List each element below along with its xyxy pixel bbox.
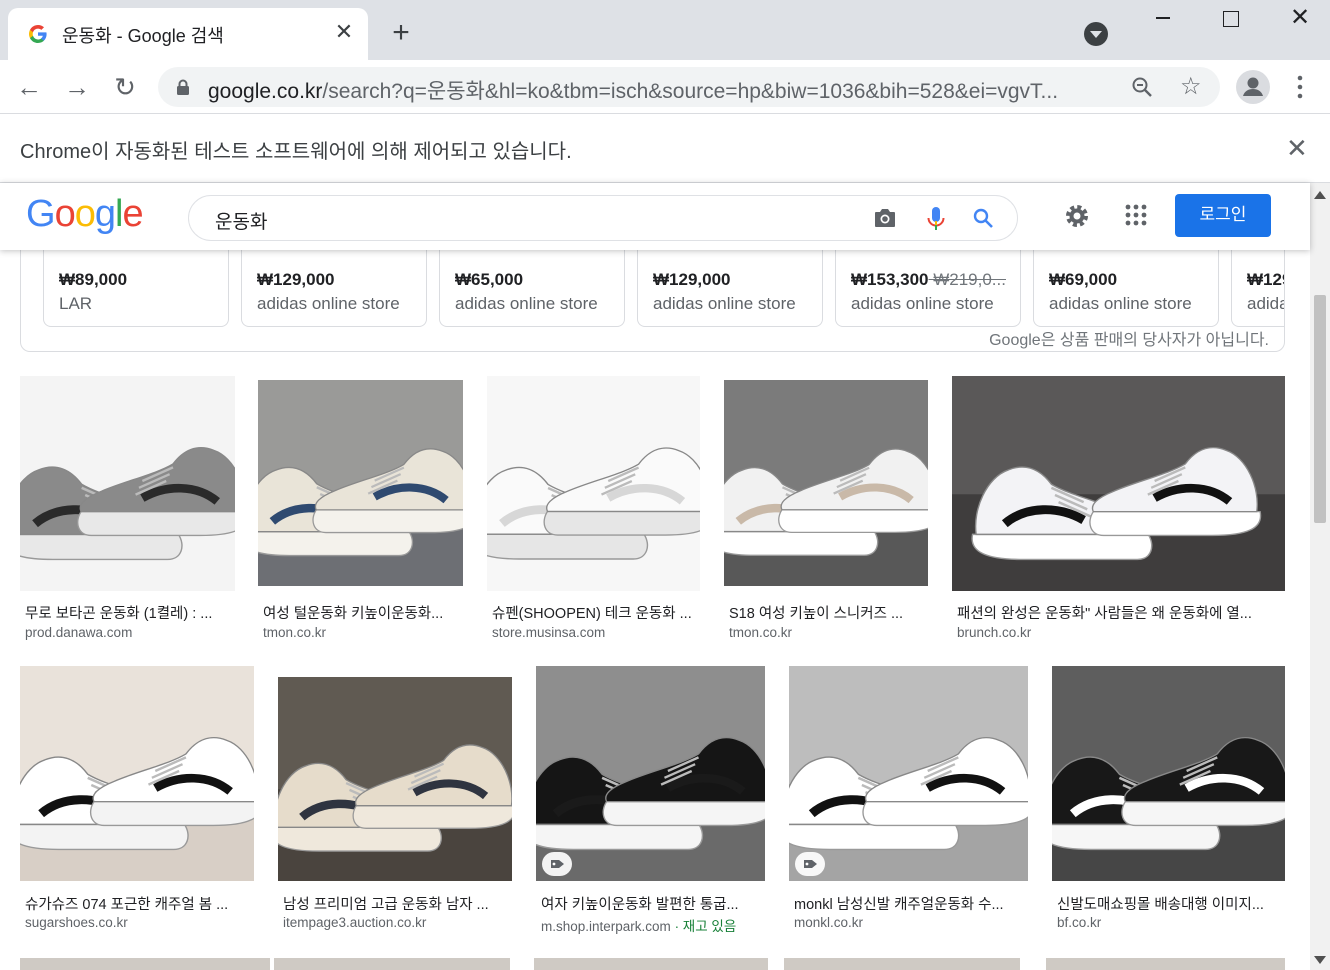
result-source[interactable]: itempage3.auction.co.kr — [283, 915, 426, 930]
product-store: adidas online store — [257, 294, 400, 313]
result-image[interactable] — [789, 666, 1028, 881]
product-price: ₩65,000 — [455, 270, 524, 289]
product-store: adida — [1247, 294, 1285, 313]
result-image[interactable] — [536, 666, 765, 881]
result-image[interactable] — [724, 380, 928, 586]
result-source[interactable]: store.musinsa.com — [492, 625, 605, 640]
google-logo[interactable]: Google — [26, 193, 144, 236]
result-image[interactable] — [784, 958, 1020, 970]
google-apps-icon[interactable] — [1124, 203, 1148, 227]
product-price: ₩129 — [1247, 270, 1284, 289]
google-favicon-icon — [29, 25, 47, 43]
tab-close-icon[interactable]: ✕ — [332, 20, 356, 44]
result-title[interactable]: 여성 털운동화 키높이운동화... — [263, 602, 458, 623]
result-title[interactable]: 슈펜(SHOOPEN) 테크 운동화 ... — [492, 602, 695, 623]
result-source[interactable]: sugarshoes.co.kr — [25, 915, 128, 930]
price-tag-icon — [542, 852, 572, 876]
result-title[interactable]: 슈가슈즈 074 포근한 캐주얼 봄 ... — [25, 893, 249, 914]
in-stock-label: · 재고 있음 — [670, 919, 737, 934]
window-close-icon[interactable]: ✕ — [1286, 4, 1314, 32]
result-image[interactable] — [20, 666, 254, 881]
camera-icon[interactable] — [873, 207, 897, 229]
product-store: adidas online store — [455, 294, 598, 313]
lock-icon — [177, 79, 189, 95]
search-icon[interactable] — [971, 206, 995, 230]
result-title[interactable]: 무로 보타곤 운동화 (1켤레) : ... — [25, 602, 230, 623]
result-image[interactable] — [952, 376, 1285, 591]
result-image[interactable] — [20, 376, 235, 591]
page-scrollbar[interactable] — [1310, 183, 1330, 970]
result-source[interactable]: prod.danawa.com — [25, 625, 132, 640]
tab-search-icon[interactable] — [1084, 22, 1108, 46]
result-source[interactable]: tmon.co.kr — [263, 625, 326, 640]
automation-infobar: Chrome이 자동화된 테스트 소프트웨어에 의해 제어되고 있습니다. ✕ — [0, 115, 1330, 183]
product-price: ₩153,300 ₩219,0... — [851, 270, 1006, 289]
result-source[interactable]: brunch.co.kr — [957, 625, 1031, 640]
infobar-message: Chrome이 자동화된 테스트 소프트웨어에 의해 제어되고 있습니다. — [20, 141, 572, 163]
shopping-disclaimer: Google은 상품 판매의 당사자가 아닙니다. — [989, 332, 1269, 349]
infobar-close-icon[interactable]: ✕ — [1286, 133, 1308, 164]
product-price: ₩89,000 — [59, 270, 128, 289]
result-source[interactable]: bf.co.kr — [1057, 915, 1101, 930]
product-original-price: ₩219,0... — [928, 270, 1006, 289]
product-store: adidas online store — [1049, 294, 1192, 313]
scroll-thumb[interactable] — [1314, 295, 1326, 523]
product-price: ₩129,000 — [257, 270, 335, 289]
search-input[interactable]: 운동화 — [215, 207, 267, 234]
result-image[interactable] — [1052, 666, 1285, 881]
tab-strip: 운동화 - Google 검색 ✕ + ✕ — [0, 0, 1330, 60]
maximize-icon[interactable] — [1218, 8, 1242, 32]
forward-icon[interactable]: → — [62, 72, 92, 102]
price-tag-icon — [795, 852, 825, 876]
product-store: LAR — [59, 294, 93, 313]
result-title[interactable]: 여자 키높이운동화 발편한 통굽... — [541, 893, 760, 914]
search-box[interactable]: 운동화 — [188, 195, 1018, 241]
profile-avatar-icon[interactable] — [1236, 70, 1270, 104]
minimize-icon[interactable] — [1150, 4, 1176, 30]
product-price: ₩69,000 — [1049, 270, 1118, 289]
zoom-out-icon[interactable] — [1130, 75, 1154, 99]
result-image[interactable] — [487, 376, 700, 591]
back-icon[interactable]: ← — [14, 72, 44, 102]
microphone-icon[interactable] — [925, 205, 947, 233]
result-source[interactable]: tmon.co.kr — [729, 625, 792, 640]
bookmark-star-icon[interactable]: ☆ — [1180, 72, 1202, 101]
scroll-up-arrow-icon[interactable] — [1314, 191, 1326, 199]
result-image[interactable] — [1046, 958, 1285, 970]
product-price: ₩129,000 — [653, 270, 731, 289]
result-source[interactable]: m.shop.interpark.com · 재고 있음 — [541, 915, 736, 935]
url-text: google.co.kr/search?q=운동화&hl=ko&tbm=isch… — [208, 80, 1059, 103]
result-title[interactable]: 신발도매쇼핑몰 배송대행 이미지... — [1057, 893, 1280, 914]
scroll-down-arrow-icon[interactable] — [1314, 956, 1326, 964]
browser-toolbar: ← → ↻ google.co.kr/search?q=운동화&hl=ko&tb… — [0, 60, 1330, 114]
product-store: adidas online store — [653, 294, 796, 313]
result-image[interactable] — [258, 380, 463, 586]
result-title[interactable]: monkl 남성신발 캐주얼운동화 수... — [794, 893, 1023, 914]
reload-icon[interactable]: ↻ — [110, 72, 140, 102]
result-title[interactable]: 패션의 완성은 운동화" 사람들은 왜 운동화에 열... — [957, 602, 1280, 623]
google-header: Google 운동화 로그인 — [0, 183, 1310, 250]
tab-title: 운동화 - Google 검색 — [62, 26, 224, 46]
result-image[interactable] — [20, 958, 270, 970]
login-button[interactable]: 로그인 — [1175, 194, 1271, 237]
product-store: adidas online store — [851, 294, 994, 313]
menu-kebab-icon[interactable] — [1290, 74, 1310, 100]
result-image[interactable] — [274, 958, 510, 970]
result-image[interactable] — [278, 677, 512, 881]
result-title[interactable]: S18 여성 키높이 스니커즈 ... — [729, 602, 923, 623]
address-bar[interactable]: google.co.kr/search?q=운동화&hl=ko&tbm=isch… — [158, 67, 1220, 107]
settings-gear-icon[interactable] — [1062, 201, 1092, 231]
new-tab-icon[interactable]: + — [386, 18, 416, 48]
result-source[interactable]: monkl.co.kr — [794, 915, 863, 930]
result-title[interactable]: 남성 프리미엄 고급 운동화 남자 ... — [283, 893, 507, 914]
browser-tab[interactable]: 운동화 - Google 검색 ✕ — [8, 8, 368, 60]
result-image[interactable] — [534, 958, 768, 970]
